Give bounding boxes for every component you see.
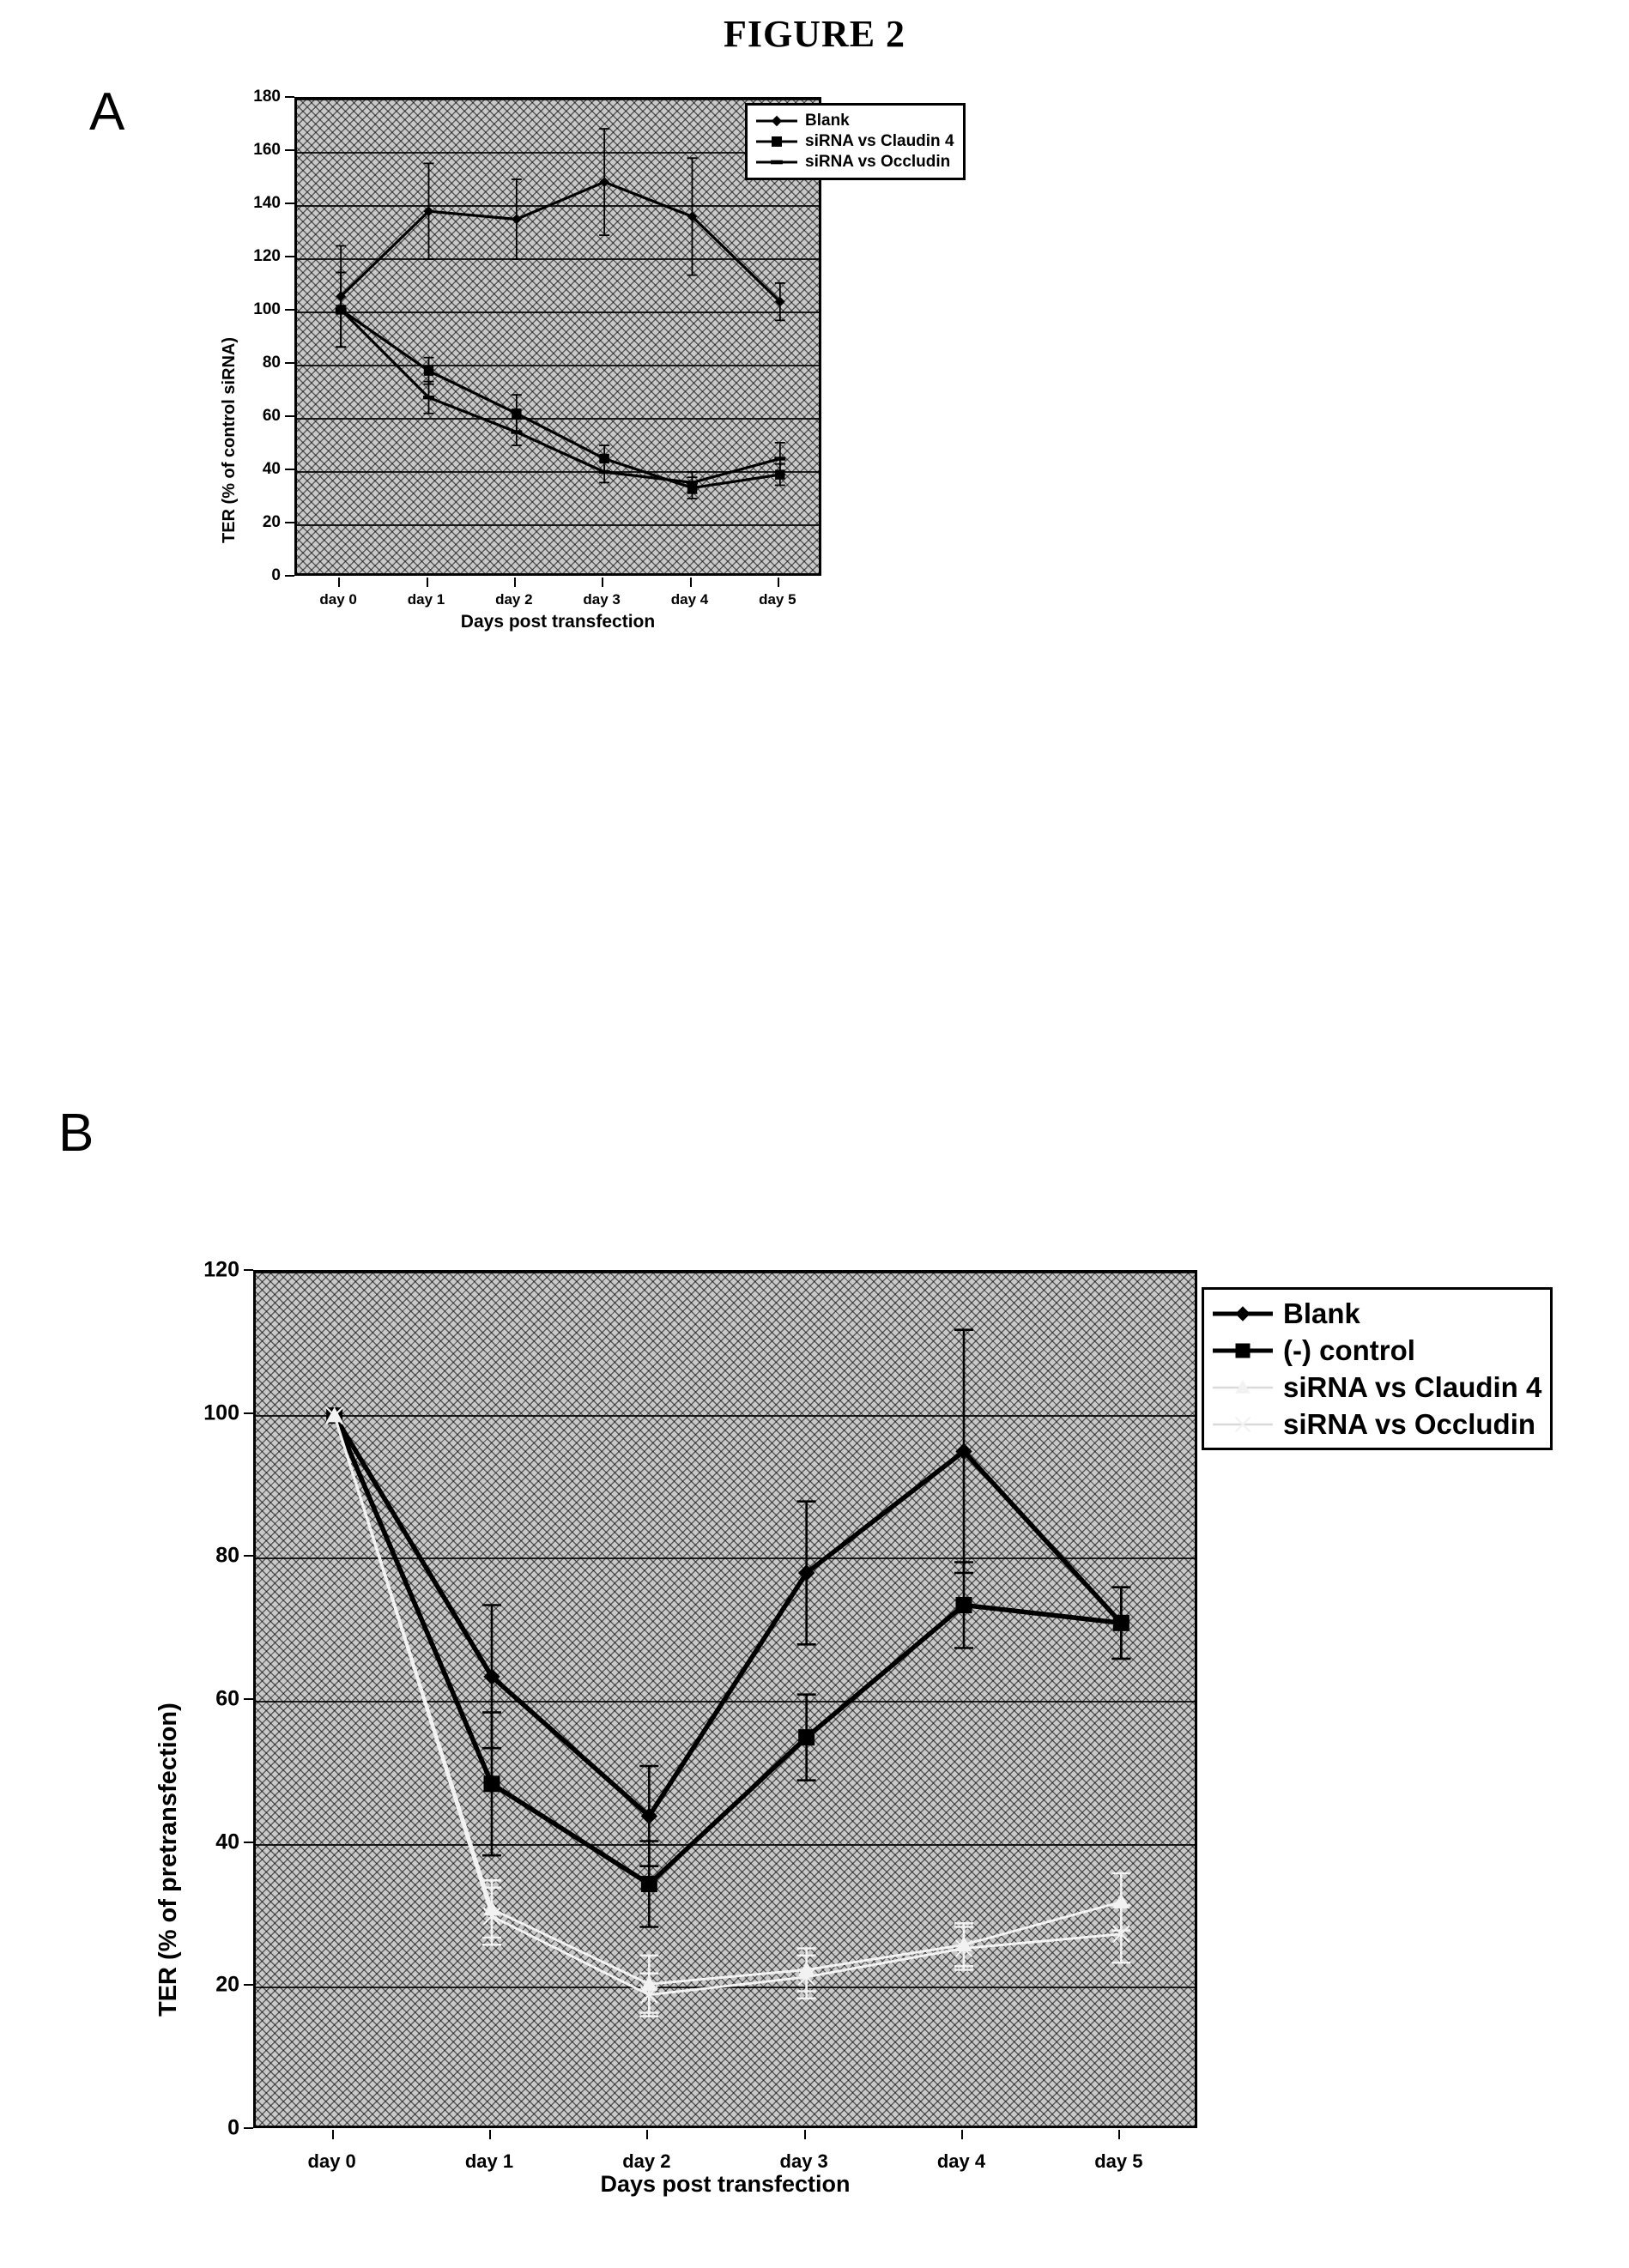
panel-b-y-axis-title: TER (% of pretransfection) [154, 1703, 182, 2017]
y-tick-mark [244, 1555, 253, 1557]
y-tick-mark [285, 309, 294, 311]
legend-item: siRNA vs Claudin 4 [1211, 1369, 1541, 1406]
x-tick-mark [513, 578, 516, 587]
x-tick-label: day 4 [936, 2150, 986, 2172]
panel-a-letter: A [89, 82, 125, 142]
y-tick-mark [285, 522, 294, 523]
legend-marker-square-icon [1211, 1338, 1275, 1364]
y-tick-mark [244, 1269, 253, 1271]
x-tick-mark [338, 578, 341, 587]
panel-a-chart: TER (% of control siRNA) 0 20 40 60 80 100 120… [215, 88, 1459, 632]
y-tick-label: 100 [203, 1400, 239, 1425]
legend-item-label: siRNA vs Claudin 4 [805, 132, 954, 150]
y-tick-label: 120 [203, 1257, 239, 1282]
legend-item: Blank [1211, 1295, 1541, 1332]
panel-b-series-layer [325, 1328, 1131, 2017]
legend-item: siRNA vs Occludin [1211, 1406, 1541, 1442]
series-blank [325, 1328, 1131, 1867]
legend-item-label: siRNA vs Occludin [1283, 1407, 1536, 1440]
legend-item-label: (-) control [1283, 1334, 1415, 1366]
y-tick-label: 40 [215, 1830, 239, 1854]
y-tick-label: 140 [253, 194, 281, 212]
x-tick-mark [689, 578, 692, 587]
figure-title: FIGURE 2 [723, 13, 906, 55]
panel-b-plot-area [253, 1270, 1197, 2128]
legend-item-label: Blank [1283, 1297, 1360, 1329]
panel-b-chart: TER (% of pretransfection) 0 20 40 60 80 100 1… [146, 1258, 1605, 2197]
legend-item-label: Blank [805, 112, 850, 130]
legend-item-label: siRNA vs Occludin [805, 153, 951, 171]
y-tick-label: 0 [227, 2115, 239, 2140]
y-tick-mark [285, 575, 294, 577]
x-tick-mark [1118, 2130, 1121, 2139]
y-tick-mark [285, 149, 294, 151]
legend-item: siRNA vs Claudin 4 [754, 131, 954, 152]
legend-item-label: siRNA vs Claudin 4 [1283, 1370, 1542, 1403]
x-tick-mark [602, 578, 604, 587]
x-tick-mark [961, 2130, 963, 2139]
x-tick-label: day 5 [1094, 2150, 1143, 2172]
y-tick-label: 60 [215, 1686, 239, 1711]
y-tick-mark [244, 2127, 253, 2129]
x-tick-mark [777, 578, 779, 587]
panel-a-series-layer [335, 128, 786, 499]
x-tick-mark [646, 2130, 649, 2139]
y-tick-mark [285, 469, 294, 470]
legend-marker-square-icon [754, 133, 799, 150]
x-tick-mark [426, 578, 428, 587]
y-tick-label: 40 [262, 460, 281, 478]
y-tick-label: 20 [215, 1972, 239, 1997]
x-tick-label: day 2 [622, 2150, 671, 2172]
panel-a-plot-area [294, 97, 821, 576]
y-tick-mark [285, 415, 294, 417]
y-tick-mark [285, 203, 294, 204]
y-tick-mark [244, 1984, 253, 1987]
panel-a-legend: Blank siRNA vs Claudin 4 siRNA vs Occludin [745, 103, 966, 180]
y-tick-label: 0 [271, 566, 281, 584]
legend-marker-diamond-icon [754, 112, 799, 130]
panel-b-legend: Blank (-) control siRNA vs Claudin 4 siRNA … [1202, 1287, 1553, 1450]
y-tick-mark [285, 96, 294, 98]
y-tick-label: 80 [262, 354, 281, 372]
series-blank [336, 128, 785, 348]
y-tick-mark [244, 1412, 253, 1414]
y-tick-mark [244, 1841, 253, 1843]
legend-marker-triangle-light-icon [1211, 1375, 1275, 1400]
legend-item: siRNA vs Occludin [754, 152, 954, 172]
panel-a-x-axis-title: Days post transfection [460, 612, 656, 632]
y-tick-label: 20 [262, 513, 281, 531]
legend-marker-diamond-icon [1211, 1301, 1275, 1327]
legend-item: (-) control [1211, 1332, 1541, 1369]
panel-b-letter: B [58, 1104, 94, 1163]
legend-marker-dash-icon [754, 154, 799, 171]
y-tick-mark [285, 256, 294, 257]
y-tick-label: 180 [253, 88, 281, 106]
series--control [326, 1407, 1131, 1928]
y-tick-label: 60 [262, 407, 281, 425]
x-tick-label: day 5 [759, 591, 796, 608]
y-tick-label: 120 [253, 247, 281, 265]
legend-item: Blank [754, 111, 954, 131]
y-tick-label: 80 [215, 1543, 239, 1568]
x-tick-label: day 3 [779, 2150, 828, 2172]
legend-marker-cross-light-icon [1211, 1412, 1275, 1437]
y-tick-label: 160 [253, 141, 281, 159]
x-tick-label: day 0 [307, 2150, 356, 2172]
y-tick-mark [285, 362, 294, 364]
y-tick-label: 100 [253, 300, 281, 318]
series-sirna-vs-occludin [335, 271, 786, 494]
series-sirna-vs-claudin-4 [336, 271, 785, 499]
panel-b-x-axis-title: Days post transfection [600, 2171, 851, 2197]
x-tick-label: day 1 [464, 2150, 514, 2172]
y-tick-mark [244, 1698, 253, 1700]
x-tick-mark [489, 2130, 491, 2139]
x-tick-mark [803, 2130, 806, 2139]
x-tick-mark [331, 2130, 334, 2139]
